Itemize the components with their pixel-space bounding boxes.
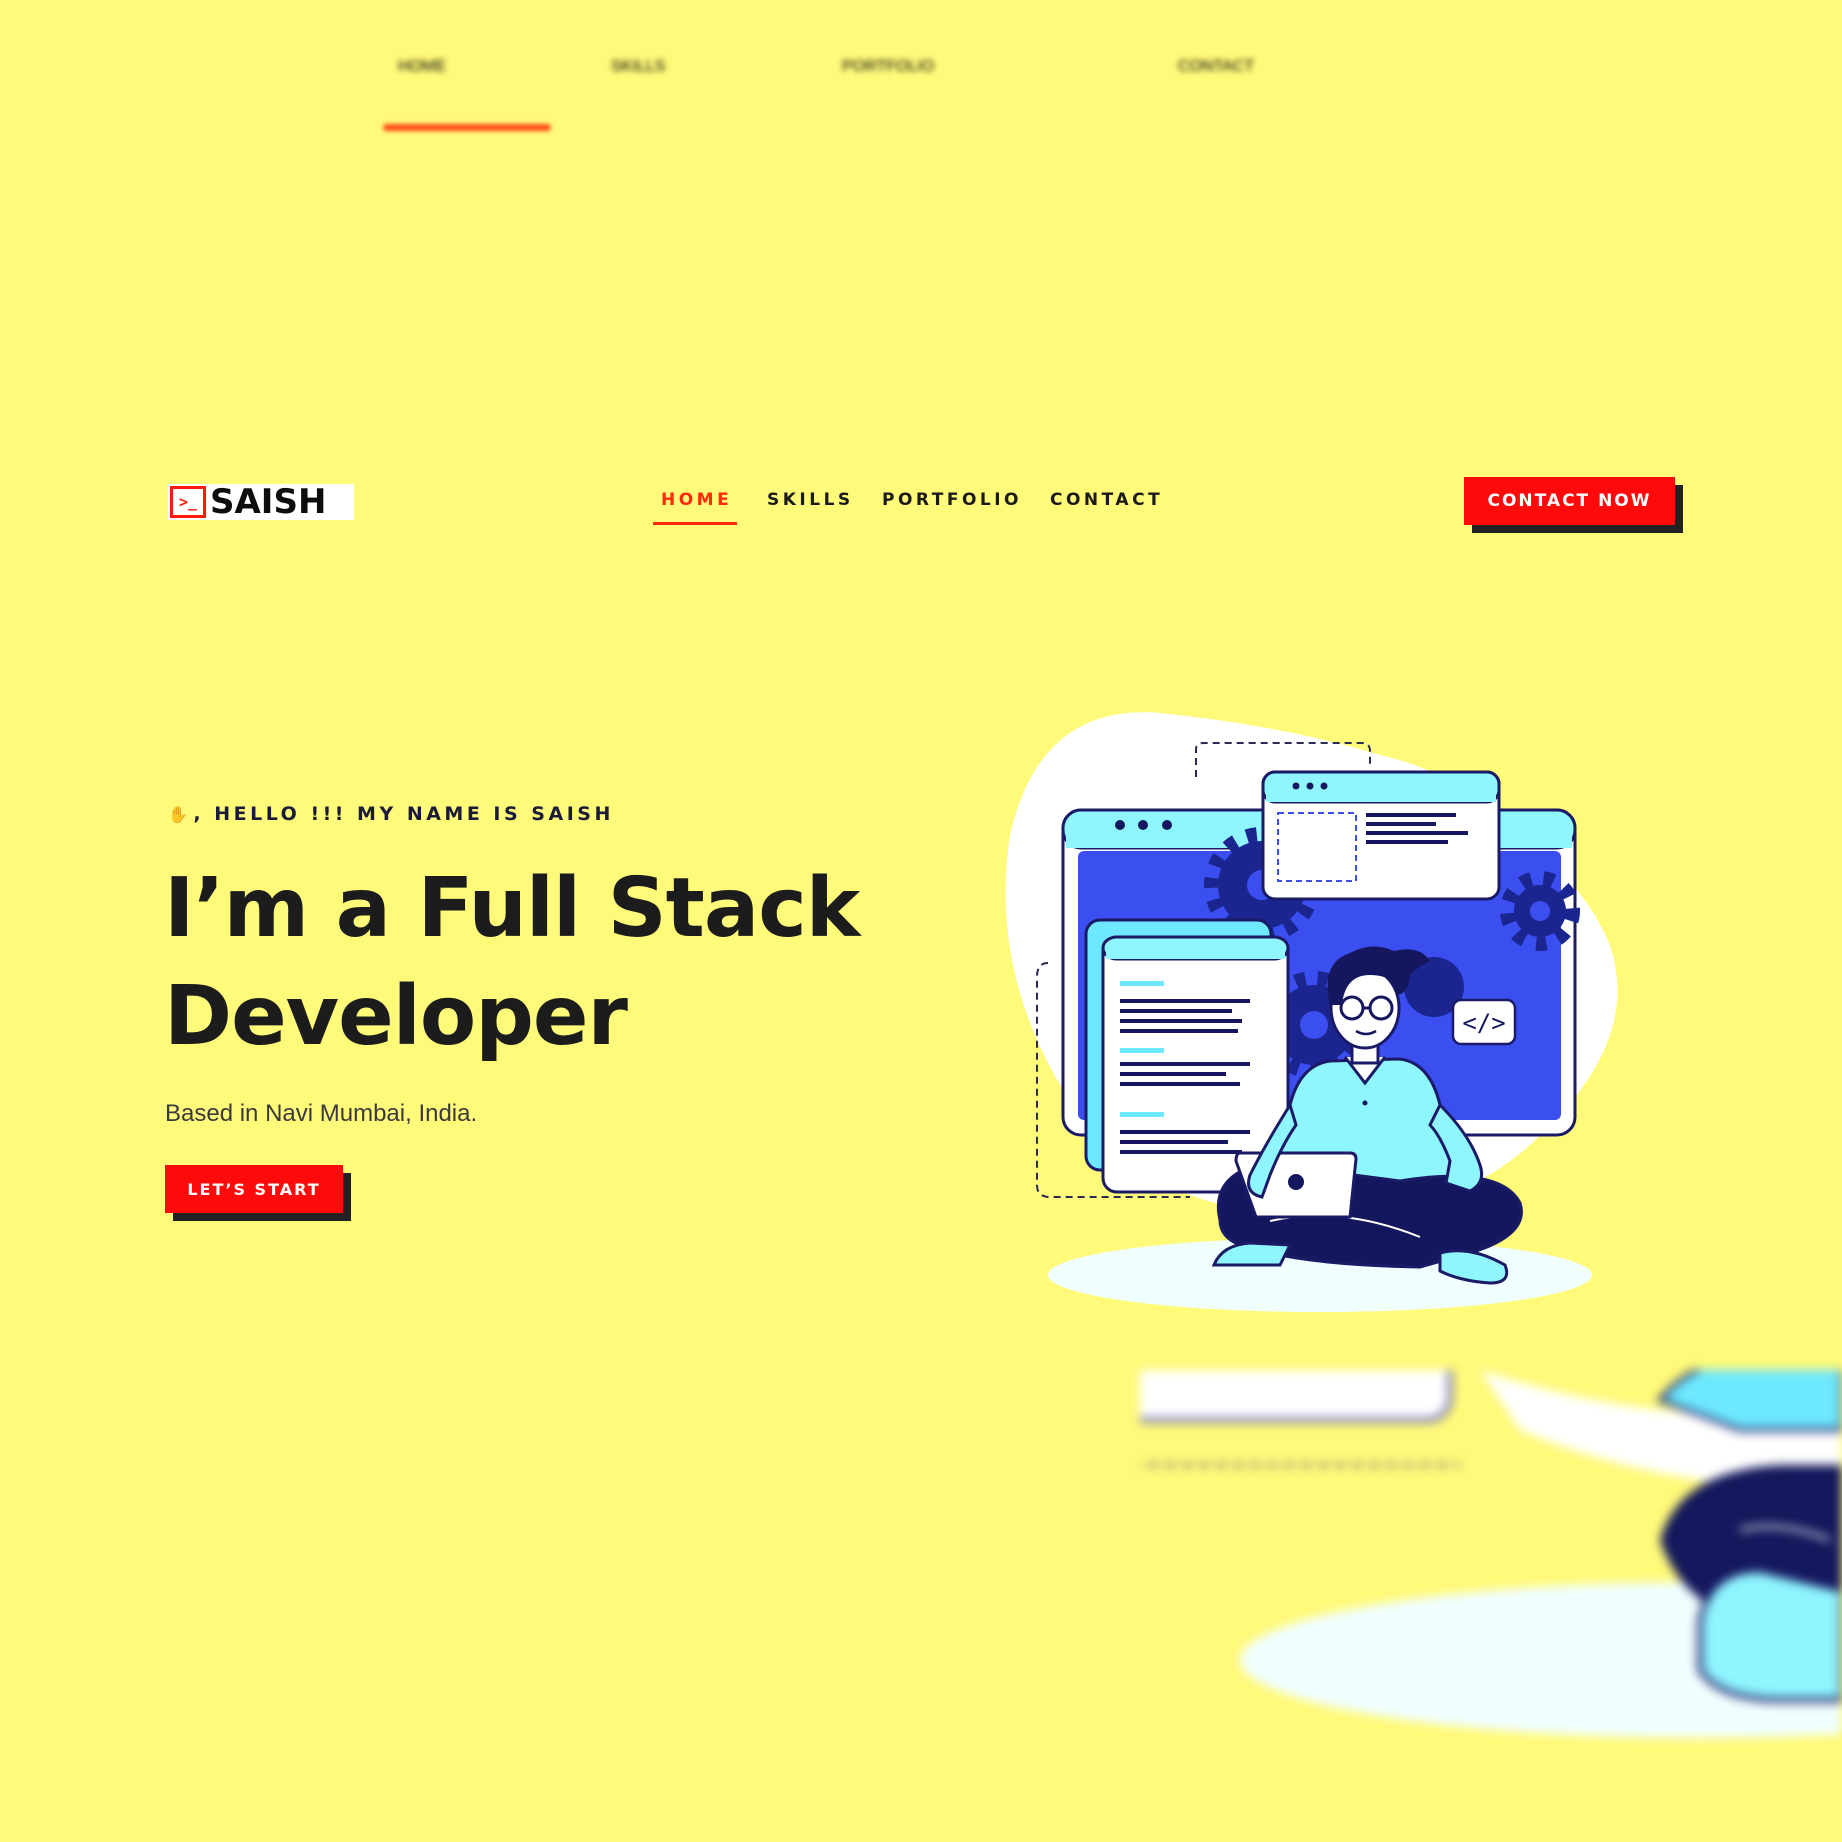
nav-active-underline <box>653 522 737 525</box>
developer-illustration: </> <box>1005 712 1618 1312</box>
terminal-icon: >_ <box>170 486 206 518</box>
headline-line-1: I’m a Full Stack <box>164 861 860 956</box>
background-illustration <box>1140 1370 1842 1738</box>
location-text: Based in Navi Mumbai, India. <box>165 1100 478 1127</box>
lets-start-button[interactable]: LET’S START <box>165 1165 343 1213</box>
greeting: ✋, HELLO !!! MY NAME IS SAISH <box>168 803 614 825</box>
nav-home[interactable]: HOME <box>661 490 732 510</box>
greeting-text: , HELLO !!! MY NAME IS SAISH <box>193 803 614 825</box>
headline: I’m a Full Stack Developer <box>164 855 944 1071</box>
contact-now-button[interactable]: CONTACT NOW <box>1464 477 1675 525</box>
logo-text: SAISH <box>210 482 327 522</box>
svg-text:</>: </> <box>1462 1009 1505 1037</box>
nav-contact[interactable]: CONTACT <box>1050 490 1163 510</box>
headline-line-2: Developer <box>164 969 628 1064</box>
page: HOME SKILLS PORTFOLIO CONTACT >_ SAISH H… <box>0 0 1842 1842</box>
nav-portfolio[interactable]: PORTFOLIO <box>882 490 1022 510</box>
logo[interactable]: >_ SAISH <box>168 482 354 522</box>
waving-hand-icon: ✋ <box>168 805 192 824</box>
nav-skills[interactable]: SKILLS <box>767 490 854 510</box>
hero-section: >_ SAISH HOME SKILLS PORTFOLIO CONTACT C… <box>0 0 1842 1380</box>
